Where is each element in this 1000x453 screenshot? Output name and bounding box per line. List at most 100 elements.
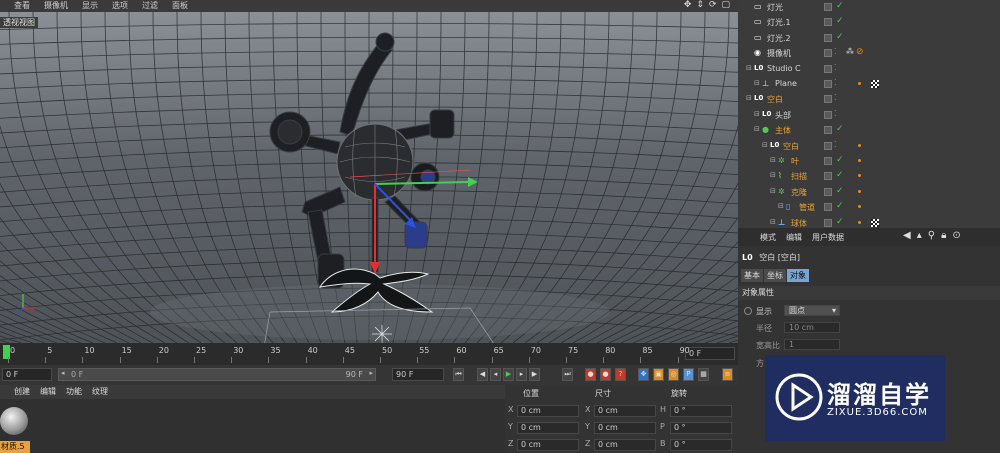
- object-name[interactable]: Plane: [775, 79, 797, 88]
- layer-toggle[interactable]: [824, 172, 832, 181]
- size-field[interactable]: 0 cm: [594, 422, 656, 434]
- expand-icon[interactable]: ⊟: [770, 171, 779, 179]
- position-field[interactable]: 0 cm: [517, 405, 579, 417]
- mat-menu-edit[interactable]: 编辑: [40, 385, 56, 399]
- expand-icon[interactable]: ⊟: [778, 202, 787, 210]
- visibility-dots-icon[interactable]: ⁚: [834, 63, 837, 72]
- tag-icon[interactable]: [858, 159, 861, 162]
- enabled-check-icon[interactable]: ✓: [836, 155, 844, 165]
- attr-menu-userdata[interactable]: 用户数据: [812, 232, 844, 243]
- layer-toggle[interactable]: [824, 218, 832, 227]
- object-row[interactable]: ▯ ⊟ 管道 ✓: [738, 199, 1000, 214]
- layer-toggle[interactable]: [824, 18, 832, 27]
- key-scale-icon[interactable]: ▣: [653, 368, 664, 381]
- object-name[interactable]: 灯光: [767, 2, 783, 13]
- timeline-menu-icon[interactable]: ≡: [722, 368, 733, 381]
- step-back-icon[interactable]: ◂: [490, 368, 501, 381]
- zoom-view-icon[interactable]: ⇕: [696, 0, 704, 10]
- lock-icon[interactable]: 🔒︎: [941, 230, 946, 241]
- object-row[interactable]: L0 ⊟ Studio C ⁚: [738, 61, 1000, 76]
- object-row[interactable]: ▭ 灯光 ✓: [738, 0, 1000, 14]
- go-end-icon[interactable]: ⏭: [562, 368, 573, 381]
- expand-icon[interactable]: ⊟: [746, 94, 755, 102]
- material-tag-icon[interactable]: [871, 80, 879, 88]
- settings-icon[interactable]: ⊙: [952, 230, 960, 241]
- key-rotate-icon[interactable]: ◎: [668, 368, 679, 381]
- record-key-icon[interactable]: ●: [585, 368, 596, 381]
- enabled-check-icon[interactable]: ✓: [836, 32, 844, 42]
- next-key-icon[interactable]: ▶: [529, 368, 540, 381]
- rotate-view-icon[interactable]: ⟳: [709, 0, 717, 10]
- visibility-dots-icon[interactable]: ⁚: [834, 93, 837, 102]
- aspect-field[interactable]: 1: [784, 339, 840, 350]
- mat-menu-function[interactable]: 功能: [66, 385, 82, 399]
- menu-panel[interactable]: 面板: [172, 0, 188, 12]
- timeline-ruler[interactable]: 0 F 0 5 10 15 20 25 30 35 40 45 50 55 60 65 70 75 80 85 90: [0, 343, 738, 365]
- menu-display[interactable]: 显示: [82, 0, 98, 12]
- tag-icon[interactable]: [858, 205, 861, 209]
- rotation-field[interactable]: 0 °: [670, 422, 732, 434]
- enabled-check-icon[interactable]: ✓: [836, 1, 844, 11]
- move-view-icon[interactable]: ✥: [684, 0, 692, 10]
- tab-basic[interactable]: 基本: [741, 269, 763, 282]
- object-row[interactable]: ● ⊟ 主体 ✓: [738, 122, 1000, 137]
- object-name[interactable]: 摄像机: [767, 48, 791, 59]
- object-name[interactable]: 空白: [783, 141, 799, 152]
- camera-tag-icon[interactable]: ⁂: [846, 47, 855, 56]
- viewport-title[interactable]: 透视视图: [0, 17, 38, 28]
- range-left-arrow-icon[interactable]: ◂: [61, 369, 65, 377]
- start-frame-field[interactable]: 0 F: [2, 368, 52, 381]
- visibility-dots-icon[interactable]: ⁚: [834, 140, 837, 149]
- range-slider[interactable]: ◂ 0 F 90 F ▸: [58, 368, 376, 381]
- size-field[interactable]: 0 cm: [594, 405, 656, 417]
- tab-coord[interactable]: 坐标: [764, 269, 786, 282]
- layer-toggle[interactable]: [824, 95, 832, 104]
- visibility-dots-icon[interactable]: ⁚: [834, 109, 837, 118]
- 3d-viewport[interactable]: 透视视图: [0, 12, 738, 343]
- visibility-dots-icon[interactable]: ⁚: [834, 47, 837, 56]
- tag-icon[interactable]: [858, 189, 861, 193]
- tag-icon[interactable]: [858, 220, 861, 224]
- object-name[interactable]: 主体: [775, 125, 791, 136]
- layer-toggle[interactable]: [824, 187, 832, 196]
- object-name[interactable]: Studio C: [767, 64, 801, 73]
- enabled-check-icon[interactable]: ✓: [836, 217, 844, 227]
- go-start-icon[interactable]: ⏮: [453, 368, 464, 381]
- position-field[interactable]: 0 cm: [517, 439, 579, 451]
- expand-icon[interactable]: ⊟: [754, 125, 763, 133]
- up-arrow-icon[interactable]: ▴: [917, 230, 922, 241]
- key-options-icon[interactable]: ?: [615, 368, 626, 381]
- display-radio[interactable]: [744, 307, 752, 315]
- object-name[interactable]: 头部: [775, 110, 791, 121]
- material-tag-icon[interactable]: [871, 218, 879, 227]
- object-name[interactable]: 灯光.2: [767, 33, 791, 44]
- object-name[interactable]: 灯光.1: [767, 17, 791, 28]
- mat-menu-texture[interactable]: 纹理: [92, 385, 108, 399]
- expand-icon[interactable]: ⊟: [746, 64, 755, 72]
- object-row[interactable]: ✲ ⊟ 叶 ✓: [738, 153, 1000, 168]
- object-row[interactable]: ▭ 灯光.1 ✓: [738, 14, 1000, 29]
- menu-view[interactable]: 查看: [14, 0, 30, 12]
- expand-icon[interactable]: ⊟: [770, 156, 779, 164]
- prev-key-icon[interactable]: ◀: [477, 368, 488, 381]
- maximize-view-icon[interactable]: ▢: [721, 0, 730, 10]
- object-name[interactable]: 空白: [767, 94, 783, 105]
- object-row[interactable]: L0 ⊟ 空白 ⁚: [738, 91, 1000, 106]
- layer-toggle[interactable]: [824, 110, 832, 119]
- enabled-check-icon[interactable]: ✓: [836, 186, 844, 196]
- expand-icon[interactable]: ⊟: [762, 141, 771, 149]
- layer-toggle[interactable]: [824, 49, 832, 58]
- layer-toggle[interactable]: [824, 126, 832, 135]
- material-thumbnail[interactable]: 材质.5: [0, 405, 30, 453]
- position-field[interactable]: 0 cm: [517, 422, 579, 434]
- layer-toggle[interactable]: [824, 64, 832, 73]
- enabled-check-icon[interactable]: ✓: [836, 124, 844, 134]
- menu-filter[interactable]: 过滤: [142, 0, 158, 12]
- tag-icon[interactable]: [858, 143, 861, 147]
- layer-toggle[interactable]: [824, 203, 832, 212]
- object-row[interactable]: L0 ⊟ 空白 ⁚: [738, 138, 1000, 153]
- auto-key-icon[interactable]: ●: [600, 368, 611, 381]
- key-pla-icon[interactable]: ▦: [698, 368, 709, 381]
- object-name[interactable]: 球体: [791, 218, 807, 229]
- protection-tag-icon[interactable]: ⊘: [856, 47, 865, 57]
